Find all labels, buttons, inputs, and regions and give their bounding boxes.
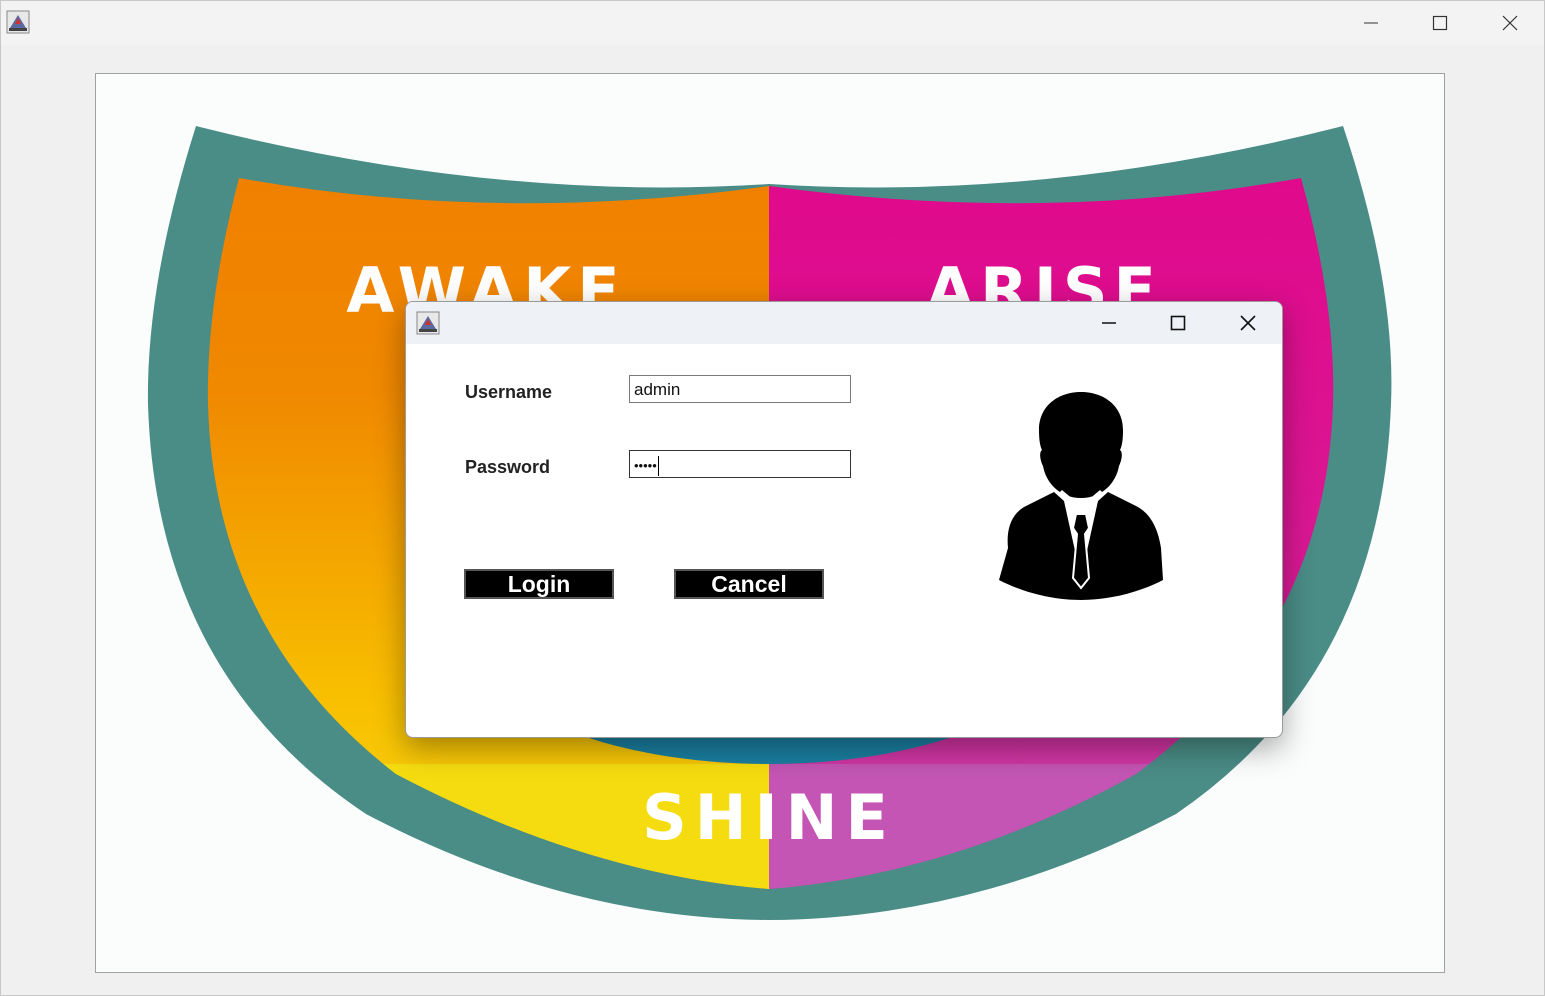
text-caret (657, 455, 659, 476)
maximize-icon (1170, 315, 1186, 331)
cancel-button[interactable]: Cancel (674, 569, 824, 599)
java-app-icon (6, 10, 30, 34)
login-dialog: Username admin Password ••••• Login Canc… (405, 301, 1283, 738)
main-maximize-button[interactable] (1405, 1, 1475, 45)
login-button[interactable]: Login (464, 569, 614, 599)
password-label: Password (465, 457, 551, 477)
dialog-titlebar[interactable] (406, 302, 1282, 344)
maximize-icon (1432, 15, 1448, 31)
dialog-maximize-button[interactable] (1143, 302, 1213, 344)
close-icon (1502, 15, 1518, 31)
username-value: admin (634, 380, 681, 399)
password-field[interactable]: ••••• (629, 450, 851, 478)
dialog-minimize-button[interactable] (1074, 302, 1144, 344)
shine-word: SHINE (642, 781, 896, 854)
minimize-icon (1364, 22, 1378, 24)
dialog-close-button[interactable] (1213, 302, 1282, 344)
user-silhouette-icon (999, 392, 1163, 600)
minimize-icon (1102, 322, 1116, 324)
main-minimize-button[interactable] (1336, 1, 1406, 45)
close-icon (1240, 315, 1256, 331)
username-label: Username (465, 382, 553, 402)
java-app-icon (416, 311, 440, 335)
username-field[interactable]: admin (629, 375, 851, 403)
password-value: ••••• (634, 458, 657, 473)
main-close-button[interactable] (1475, 1, 1545, 45)
main-titlebar[interactable] (1, 1, 1544, 45)
